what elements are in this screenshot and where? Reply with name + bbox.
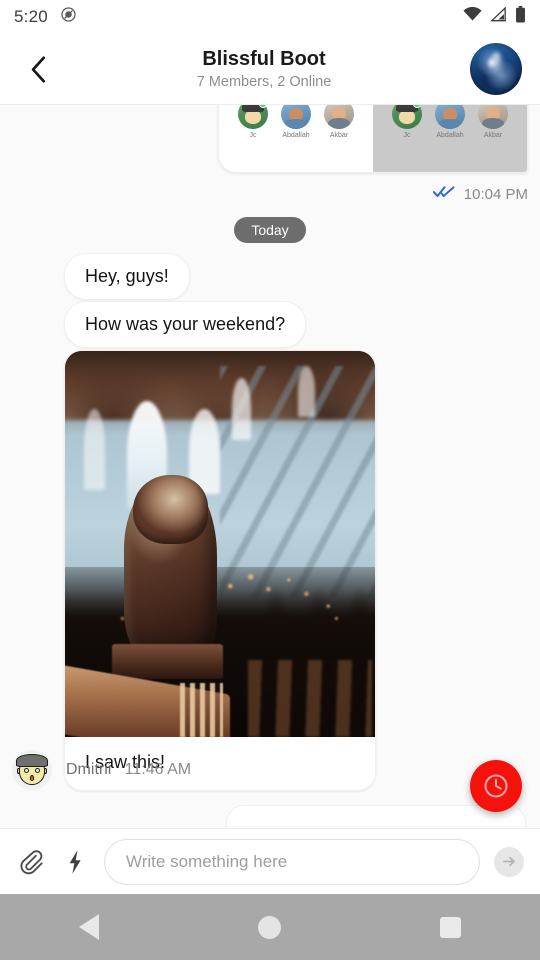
day-divider: Today: [0, 217, 540, 243]
photo-layer-balusters: [179, 682, 224, 737]
sender-avatar[interactable]: [12, 750, 52, 790]
message-composer: [0, 828, 540, 894]
status-bar-left: 5:20: [14, 6, 77, 28]
photo-layer-lion-head: [133, 474, 208, 544]
shared-card-members: Jc Abdallah Akbar: [223, 105, 369, 139]
photo-layer-window: [83, 408, 106, 490]
send-button[interactable]: [494, 846, 524, 877]
member-jc: Jc: [389, 105, 425, 139]
photo-layer-window: [232, 378, 251, 440]
page-title: Blissful Boot: [202, 47, 326, 70]
online-dot: [259, 105, 267, 108]
back-button[interactable]: [18, 49, 58, 89]
shared-card-pane-right-selected: Jc, Abdallah, Akbar 3 Members, 1 Online …: [373, 105, 527, 172]
member-akbar: Akbar: [321, 105, 357, 139]
message-time: 11:46 AM: [124, 761, 192, 778]
message-bubble-photo[interactable]: I saw this!: [64, 350, 376, 791]
online-dot: [413, 105, 421, 108]
member-name: Akbar: [483, 131, 503, 139]
quick-action-button[interactable]: [60, 847, 90, 877]
avatar[interactable]: [470, 43, 522, 95]
photo-attachment[interactable]: [65, 351, 375, 737]
member-name: Abdallah: [436, 131, 464, 139]
member-avatar: [435, 105, 465, 129]
member-akbar: Akbar: [475, 105, 511, 139]
back-triangle-icon[interactable]: [79, 914, 100, 940]
message-bubble-incoming[interactable]: Hey, guys!: [64, 253, 190, 300]
double-check-icon: [432, 185, 455, 203]
sender-name: Dmitrii: [66, 761, 112, 778]
chevron-left-icon: [31, 55, 45, 83]
member-name: Abdallah: [282, 131, 310, 139]
member-avatar: [478, 105, 508, 129]
photo-layer-candle-bokeh: [213, 563, 351, 641]
clock-icon: [484, 774, 508, 798]
avatar-eye: [23, 768, 29, 774]
photo-layer-plinth: [111, 644, 224, 680]
recents-square-icon[interactable]: [439, 916, 461, 938]
message-text: How was your weekend?: [85, 314, 286, 334]
avatar-cap: [16, 754, 48, 767]
android-nav-bar: [0, 894, 540, 960]
message-receipt: 10:04 PM: [432, 185, 528, 203]
member-jc: Jc: [235, 105, 271, 139]
wifi-icon: [463, 6, 482, 27]
member-avatar: [238, 105, 268, 129]
home-circle-icon[interactable]: [257, 915, 281, 939]
message-time: 10:04 PM: [463, 185, 528, 203]
paperclip-icon: [20, 849, 43, 874]
message-bubble-incoming[interactable]: How was your weekend?: [64, 301, 307, 348]
message-list[interactable]: Jc, Abdallah, Akbar 3 Members, 1 Online …: [0, 105, 540, 828]
lightning-bolt-icon: [69, 849, 81, 874]
member-name: Akbar: [329, 131, 349, 139]
shared-card-pane-left: Jc, Abdallah, Akbar 3 Members, 1 Online …: [219, 105, 373, 172]
member-name: Jc: [403, 131, 411, 139]
message-bubble-next-partial[interactable]: [226, 805, 526, 828]
dnd-icon: [60, 6, 77, 28]
arrow-right-icon: [502, 856, 515, 867]
message-text: Hey, guys!: [85, 266, 169, 286]
chat-header: Blissful Boot 7 Members, 2 Online: [0, 34, 540, 105]
status-bar-right: [463, 6, 526, 28]
message-input[interactable]: [104, 838, 480, 885]
shared-card-members: Jc Abdallah Akbar: [377, 105, 523, 139]
member-avatar: [392, 105, 422, 129]
chat-screen: 5:20 Blissful Boot 7 Members, 2 Online J…: [0, 0, 540, 960]
day-divider-label: Today: [234, 217, 306, 243]
members-status: 7 Members, 2 Online: [196, 73, 332, 90]
member-name: Jc: [249, 131, 257, 139]
member-abdallah: Abdallah: [432, 105, 468, 139]
message-sender-row: Dmitrii 11:46 AM: [12, 750, 191, 790]
member-abdallah: Abdallah: [278, 105, 314, 139]
status-bar-clock: 5:20: [14, 7, 48, 26]
status-bar: 5:20: [0, 0, 540, 34]
photo-layer-window: [297, 366, 315, 417]
sender-meta: Dmitrii 11:46 AM: [66, 761, 191, 779]
member-avatar: [281, 105, 311, 129]
photo-layer-pews: [247, 659, 372, 737]
member-avatar: [324, 105, 354, 129]
battery-icon: [515, 6, 526, 28]
header-title-block[interactable]: Blissful Boot 7 Members, 2 Online: [58, 47, 470, 91]
shared-group-card-message[interactable]: Jc, Abdallah, Akbar 3 Members, 1 Online …: [218, 105, 528, 173]
attach-button[interactable]: [16, 847, 46, 877]
cellular-icon: [490, 6, 507, 27]
schedule-fab-button[interactable]: [470, 760, 522, 812]
